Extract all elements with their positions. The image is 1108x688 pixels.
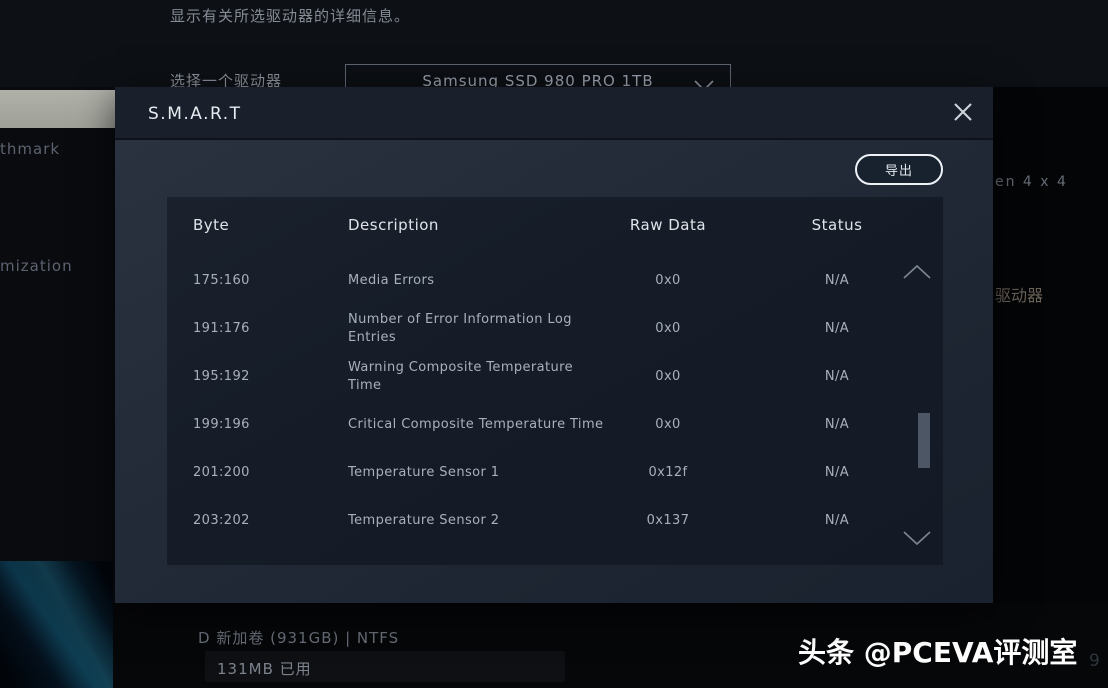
smart-dialog: S.M.A.R.T 导出 Byte Description Raw Data S… — [115, 87, 993, 603]
close-icon[interactable] — [951, 101, 975, 125]
scroll-up-icon[interactable] — [901, 261, 933, 287]
sidebar-item-benchmark[interactable]: thmark — [0, 140, 60, 158]
background-right-column — [993, 87, 1108, 603]
export-button[interactable]: 导出 — [855, 154, 943, 185]
table-row[interactable]: 201:200 Temperature Sensor 1 0x12f N/A — [167, 449, 943, 497]
table-body: 175:160 Media Errors 0x0 N/A 191:176 Num… — [167, 257, 943, 545]
dialog-title: S.M.A.R.T — [148, 104, 242, 124]
cell-byte: 203:202 — [193, 512, 323, 530]
cell-description: Temperature Sensor 1 — [348, 464, 606, 482]
header-description: Description — [348, 216, 606, 234]
screen: 显示有关所选驱动器的详细信息。 选择一个驱动器 Samsung SSD 980 … — [0, 0, 1108, 688]
scroll-down-icon[interactable] — [901, 527, 933, 553]
cell-byte: 195:192 — [193, 368, 323, 386]
cell-status: N/A — [775, 368, 899, 386]
scrollbar-thumb[interactable] — [918, 413, 930, 468]
interface-info-fragment: en 4 x 4 — [995, 174, 1068, 190]
cell-description: Temperature Sensor 2 — [348, 512, 606, 530]
table-row[interactable]: 203:202 Temperature Sensor 2 0x137 N/A — [167, 497, 943, 545]
table-row[interactable]: 195:192 Warning Composite Temperature Ti… — [167, 353, 943, 401]
ssd-product-image — [0, 561, 113, 688]
cell-description: Number of Error Information Log Entries — [348, 311, 606, 347]
cell-byte: 175:160 — [193, 272, 323, 290]
cell-byte: 199:196 — [193, 416, 323, 434]
cell-description: Critical Composite Temperature Time — [348, 416, 606, 434]
table-header-row: Byte Description Raw Data Status — [167, 197, 943, 253]
cell-status: N/A — [775, 464, 899, 482]
cell-raw-data: 0x137 — [587, 512, 749, 530]
cell-status: N/A — [775, 320, 899, 338]
drive-details-description: 显示有关所选驱动器的详细信息。 — [170, 5, 410, 26]
table-row[interactable]: 175:160 Media Errors 0x0 N/A — [167, 257, 943, 305]
watermark: 头条 @PCEVA评测室 — [798, 631, 1077, 671]
drive-label-fragment: 驱动器 — [995, 282, 1043, 306]
cell-raw-data: 0x0 — [587, 272, 749, 290]
cell-byte: 201:200 — [193, 464, 323, 482]
cell-byte: 191:176 — [193, 320, 323, 338]
cell-raw-data: 0x0 — [587, 320, 749, 338]
dialog-header: S.M.A.R.T — [115, 87, 993, 140]
cell-raw-data: 0x0 — [587, 416, 749, 434]
table-row[interactable]: 191:176 Number of Error Information Log … — [167, 305, 943, 353]
cell-status: N/A — [775, 512, 899, 530]
header-byte: Byte — [193, 216, 323, 234]
cell-description: Warning Composite Temperature Time — [348, 359, 606, 395]
cell-status: N/A — [775, 272, 899, 290]
volume-usage-bar: 131MB 已用 — [205, 651, 565, 682]
table-row[interactable]: 199:196 Critical Composite Temperature T… — [167, 401, 943, 449]
sidebar-item-optimization[interactable]: mization — [0, 257, 73, 275]
sidebar-selected-highlight[interactable] — [0, 90, 115, 128]
volume-used-label: 131MB 已用 — [217, 658, 312, 679]
cell-raw-data: 0x0 — [587, 368, 749, 386]
smart-table: Byte Description Raw Data Status 175:160… — [167, 197, 943, 565]
background-left-column — [0, 87, 115, 603]
page-number: 9 — [1089, 651, 1100, 671]
header-status: Status — [775, 216, 899, 234]
cell-raw-data: 0x12f — [587, 464, 749, 482]
cell-description: Media Errors — [348, 272, 606, 290]
volume-info: D 新加卷 (931GB) | NTFS — [198, 627, 399, 648]
cell-status: N/A — [775, 416, 899, 434]
header-raw-data: Raw Data — [587, 216, 749, 234]
